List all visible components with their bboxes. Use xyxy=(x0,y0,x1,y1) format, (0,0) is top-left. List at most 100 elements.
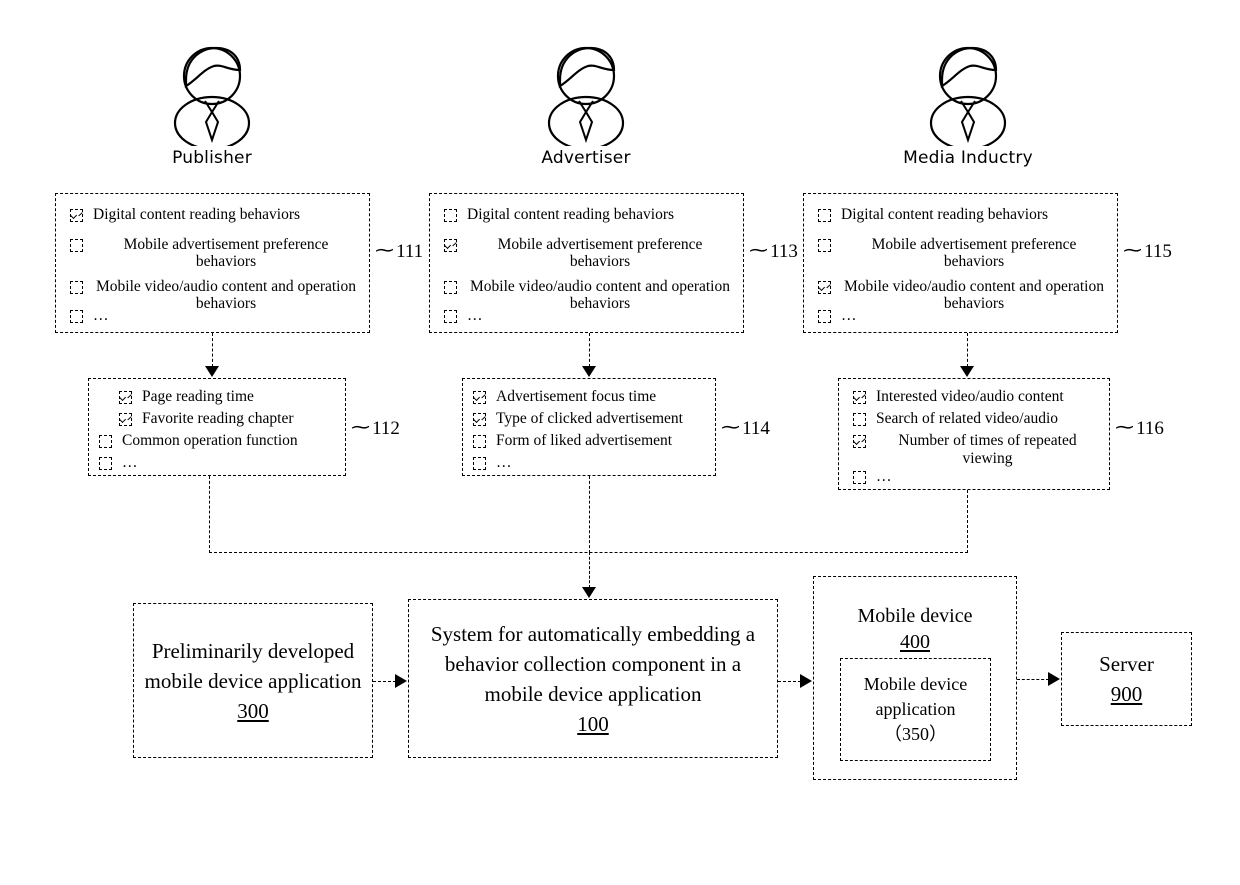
arrowhead-down xyxy=(960,366,974,377)
checklist-item[interactable]: … xyxy=(99,454,335,472)
checklist-item[interactable]: Number of times of repeated viewing xyxy=(853,432,1099,468)
actor-advertiser: Advertiser xyxy=(506,36,666,168)
checklist-item[interactable]: Mobile advertisement preference behavior… xyxy=(70,236,359,270)
ref-number-115: ∼115 xyxy=(1121,240,1172,262)
checkbox-unchecked-icon[interactable] xyxy=(444,310,457,323)
checklist-item[interactable]: … xyxy=(473,454,705,472)
checkbox-unchecked-icon[interactable] xyxy=(70,310,83,323)
checklist-label: … xyxy=(122,454,138,471)
arrowhead-right xyxy=(1048,672,1060,686)
connector-400-to-900 xyxy=(1017,679,1049,680)
checklist-label: … xyxy=(841,307,857,324)
checkbox-unchecked-icon[interactable] xyxy=(444,209,457,222)
detail-box-112: Page reading time Favorite reading chapt… xyxy=(88,378,346,476)
user-avatar-icon xyxy=(173,46,251,146)
connector-113-to-114 xyxy=(589,333,590,367)
tilde-leader: ∼ xyxy=(1121,240,1144,260)
ref-number-112: ∼112 xyxy=(349,417,400,439)
block-number: 300 xyxy=(237,698,269,723)
checklist-item[interactable]: Advertisement focus time xyxy=(473,388,705,406)
connector-bus-to-system xyxy=(589,552,590,588)
checkbox-checked-icon[interactable] xyxy=(119,391,132,404)
checklist-item[interactable]: Search of related video/audio xyxy=(853,410,1099,428)
checklist-item[interactable]: Interested video/audio content xyxy=(853,388,1099,406)
checkbox-checked-icon[interactable] xyxy=(473,391,486,404)
block-text: System for automatically embedding a beh… xyxy=(430,621,756,706)
checklist-item[interactable]: Type of clicked advertisement xyxy=(473,410,705,428)
checklist-item[interactable]: Page reading time xyxy=(119,388,335,406)
block-mobile-app-350: Mobile device application （350） xyxy=(840,658,991,761)
checkbox-unchecked-icon[interactable] xyxy=(473,457,486,470)
checklist-label: Search of related video/audio xyxy=(876,410,1059,427)
block-text: Mobile device xyxy=(857,605,973,627)
checkbox-unchecked-icon[interactable] xyxy=(70,239,83,252)
arrowhead-down xyxy=(582,587,596,598)
checkbox-checked-icon[interactable] xyxy=(444,239,457,252)
checkbox-checked-icon[interactable] xyxy=(818,281,831,294)
checklist-label: Form of liked advertisement xyxy=(496,432,673,449)
ref-number-113: ∼113 xyxy=(747,240,798,262)
actor-label: Publisher xyxy=(172,148,252,168)
checklist-item[interactable]: Favorite reading chapter xyxy=(119,410,335,428)
checklist-label: Interested video/audio content xyxy=(876,388,1064,405)
tilde-leader: ∼ xyxy=(1113,417,1136,437)
checkbox-unchecked-icon[interactable] xyxy=(818,239,831,252)
checkbox-checked-icon[interactable] xyxy=(119,413,132,426)
connector-112-down xyxy=(209,476,210,553)
checkbox-unchecked-icon[interactable] xyxy=(473,435,486,448)
block-text: Mobile device application xyxy=(863,674,968,719)
checkbox-unchecked-icon[interactable] xyxy=(853,471,866,484)
actor-label: Media Inductry xyxy=(903,148,1033,168)
checklist-item[interactable]: … xyxy=(70,307,359,324)
checklist-label: Number of times of repeated viewing xyxy=(898,432,1077,467)
block-number: （350） xyxy=(884,724,947,744)
arrowhead-right xyxy=(800,674,812,688)
patent-figure: Publisher Advertiser Media Inductry Digi… xyxy=(0,0,1240,885)
checkbox-unchecked-icon[interactable] xyxy=(99,457,112,470)
checklist-label: Advertisement focus time xyxy=(496,388,657,405)
checklist-item[interactable]: Common operation function xyxy=(99,432,335,450)
checkbox-checked-icon[interactable] xyxy=(70,209,83,222)
checklist-item[interactable]: Mobile advertisement preference behavior… xyxy=(444,236,733,270)
checkbox-unchecked-icon[interactable] xyxy=(99,435,112,448)
block-server-900: Server 900 xyxy=(1061,632,1192,726)
checkbox-checked-icon[interactable] xyxy=(853,391,866,404)
checkbox-unchecked-icon[interactable] xyxy=(444,281,457,294)
connector-111-to-112 xyxy=(212,333,213,367)
category-box-113: Digital content reading behaviors Mobile… xyxy=(429,193,744,333)
checkbox-checked-icon[interactable] xyxy=(853,435,866,448)
checkbox-unchecked-icon[interactable] xyxy=(853,413,866,426)
checklist-label: … xyxy=(93,307,109,324)
checkbox-unchecked-icon[interactable] xyxy=(818,310,831,323)
connector-115-to-116 xyxy=(967,333,968,367)
checkbox-unchecked-icon[interactable] xyxy=(70,281,83,294)
checklist-label: Mobile advertisement preference behavior… xyxy=(497,236,703,270)
block-text: Server xyxy=(1099,652,1154,676)
checklist-item[interactable]: Form of liked advertisement xyxy=(473,432,705,450)
checklist-item[interactable]: … xyxy=(444,307,733,324)
checklist-item[interactable]: … xyxy=(818,307,1107,324)
actor-media-industry: Media Inductry xyxy=(888,36,1048,168)
block-number: 900 xyxy=(1110,682,1143,706)
checklist-label: Type of clicked advertisement xyxy=(496,410,683,427)
checklist-item[interactable]: … xyxy=(853,468,1099,486)
connector-100-to-400 xyxy=(778,681,801,682)
detail-box-114: Advertisement focus time Type of clicked… xyxy=(462,378,716,476)
checklist-item[interactable]: Digital content reading behaviors xyxy=(70,206,359,223)
checklist-item[interactable]: Mobile advertisement preference behavior… xyxy=(818,236,1107,270)
actor-label: Advertiser xyxy=(541,148,631,168)
user-avatar-icon xyxy=(929,46,1007,146)
ref-number-114: ∼114 xyxy=(719,417,770,439)
tilde-leader: ∼ xyxy=(747,240,770,260)
actor-publisher: Publisher xyxy=(132,36,292,168)
checklist-item[interactable]: Digital content reading behaviors xyxy=(444,206,733,223)
checklist-label: Mobile advertisement preference behavior… xyxy=(123,236,329,270)
checkbox-checked-icon[interactable] xyxy=(473,413,486,426)
checklist-label: Page reading time xyxy=(142,388,254,405)
checklist-label: Digital content reading behaviors xyxy=(841,206,1049,223)
tilde-leader: ∼ xyxy=(373,240,396,260)
checklist-item[interactable]: Digital content reading behaviors xyxy=(818,206,1107,223)
checkbox-unchecked-icon[interactable] xyxy=(818,209,831,222)
checklist-label: … xyxy=(467,307,483,324)
checklist-label: … xyxy=(876,468,892,485)
